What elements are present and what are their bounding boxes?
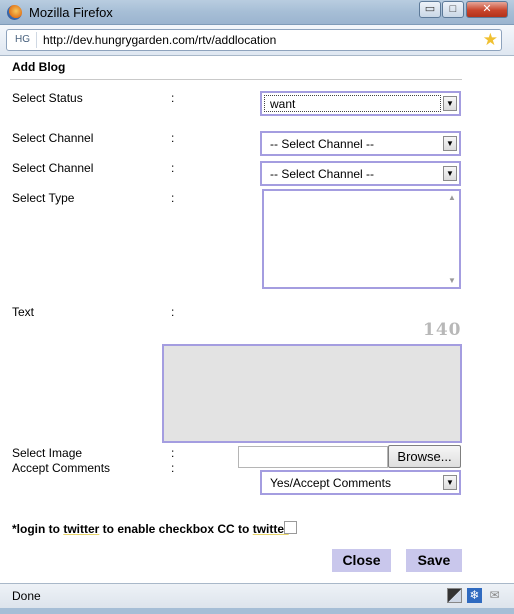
note-text-1: *login to: [12, 522, 64, 536]
comments-select[interactable]: Yes/Accept Comments ▼: [260, 470, 461, 495]
status-text: Done: [12, 589, 41, 603]
image-label: Select Image: [12, 446, 83, 460]
type-label: Select Type: [12, 191, 75, 205]
scroll-up-icon[interactable]: ▲: [448, 193, 456, 202]
twitter-note: *login to twitter to enable checkbox CC …: [12, 522, 289, 536]
url-text: http://dev.hungrygarden.com/rtv/addlocat…: [43, 33, 277, 47]
window-bottom-edge: [0, 608, 514, 614]
window-close-button[interactable]: ✕: [466, 1, 508, 18]
browse-button[interactable]: Browse...: [388, 445, 461, 468]
text-area[interactable]: [162, 344, 462, 443]
channel-select-1[interactable]: -- Select Channel -- ▼: [260, 131, 461, 156]
character-counter: 140: [423, 320, 462, 340]
text-colon: :: [171, 305, 175, 319]
snowflake-icon[interactable]: ❄: [467, 588, 482, 603]
comments-select-value: Yes/Accept Comments: [270, 476, 391, 490]
chevron-down-icon[interactable]: ▼: [443, 136, 457, 151]
chevron-down-icon[interactable]: ▼: [443, 475, 457, 490]
firefox-icon: [7, 5, 22, 20]
status-colon: :: [171, 91, 175, 105]
channel-select-1-value: -- Select Channel --: [270, 137, 375, 151]
url-input[interactable]: HG http://dev.hungrygarden.com/rtv/addlo…: [6, 29, 502, 51]
channel-colon-2: :: [171, 161, 175, 175]
channel-select-2-value: -- Select Channel --: [270, 167, 375, 181]
comments-label: Accept Comments: [12, 461, 111, 475]
divider: [10, 79, 462, 80]
twitter-link-1[interactable]: twitter: [63, 522, 99, 536]
note-text-2: to enable checkbox CC to: [99, 522, 253, 536]
chevron-down-icon[interactable]: ▼: [443, 96, 457, 111]
mail-icon[interactable]: ✉: [487, 588, 502, 603]
image-colon: :: [171, 446, 175, 460]
listbox-scrollbar[interactable]: ▲ ▼: [445, 191, 459, 287]
status-select-value: want: [270, 97, 296, 111]
window-title: Mozilla Firefox: [29, 5, 113, 20]
minimize-button[interactable]: ▭: [419, 1, 441, 18]
window-titlebar: Mozilla Firefox ▭ □ ✕: [0, 0, 514, 25]
save-button[interactable]: Save: [406, 549, 462, 572]
bookmark-star-icon[interactable]: ★: [483, 30, 498, 50]
channel-colon-1: :: [171, 131, 175, 145]
page-title: Add Blog: [12, 60, 66, 74]
status-label: Select Status: [12, 91, 83, 105]
scroll-down-icon[interactable]: ▼: [448, 276, 456, 285]
chevron-down-icon[interactable]: ▼: [443, 166, 457, 181]
maximize-button[interactable]: □: [442, 1, 464, 18]
addon-icon[interactable]: [447, 588, 462, 603]
type-listbox[interactable]: ▲ ▼: [262, 189, 461, 289]
channel-label-2: Select Channel: [12, 161, 94, 175]
image-file-input[interactable]: [238, 446, 388, 468]
site-identity-badge[interactable]: HG: [9, 32, 37, 48]
type-colon: :: [171, 191, 175, 205]
comments-colon: :: [171, 461, 175, 475]
cc-twitter-checkbox[interactable]: [284, 521, 297, 534]
status-bar: Done ❄ ✉: [0, 583, 514, 608]
page-content: Add Blog Select Status : want ▼ Select C…: [0, 56, 514, 583]
status-select[interactable]: want ▼: [260, 91, 461, 116]
channel-select-2[interactable]: -- Select Channel -- ▼: [260, 161, 461, 186]
text-label: Text: [12, 305, 35, 319]
address-bar: HG http://dev.hungrygarden.com/rtv/addlo…: [0, 25, 514, 56]
close-button[interactable]: Close: [332, 549, 391, 572]
channel-label-1: Select Channel: [12, 131, 94, 145]
